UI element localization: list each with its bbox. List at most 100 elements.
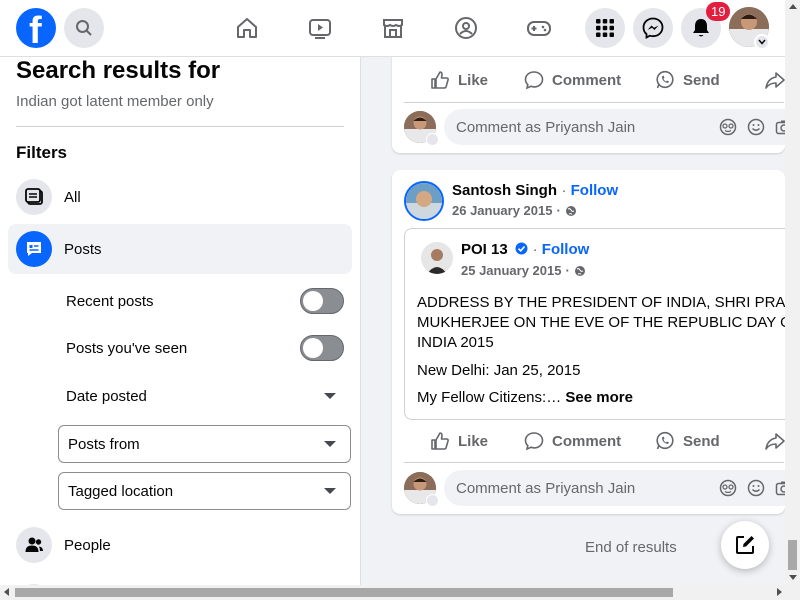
- messenger-icon: [642, 17, 664, 39]
- date-posted-label: Date posted: [66, 387, 147, 405]
- chevron-down-icon: [426, 133, 439, 146]
- comment-placeholder: Comment as Priyansh Jain: [456, 118, 636, 136]
- posts-seen-label: Posts you've seen: [66, 339, 188, 357]
- home-icon: [237, 18, 257, 38]
- caret-down-icon: [324, 441, 336, 447]
- emoji-icon[interactable]: [747, 479, 765, 497]
- vertical-scrollbar[interactable]: [785, 0, 800, 585]
- filter-all-icon-wrap: [16, 179, 52, 215]
- shared-date[interactable]: 25 January 2015: [461, 263, 561, 278]
- notification-count-badge: 19: [706, 2, 731, 21]
- video-icon: [309, 19, 331, 39]
- separator-dot: ·: [532, 241, 542, 258]
- posts-from-select[interactable]: Posts from: [58, 425, 351, 463]
- comment-label: Comment: [552, 71, 622, 89]
- video-nav-button[interactable]: [300, 8, 340, 48]
- scroll-up-arrow[interactable]: [789, 4, 797, 9]
- shared-header: POI 13 · Follow: [461, 241, 589, 259]
- post-text-line: My Fellow Citizens:… See more: [417, 388, 633, 408]
- profile-photo: [406, 183, 442, 219]
- send-button[interactable]: Send: [655, 431, 720, 451]
- post-header: Santosh Singh · Follow: [452, 182, 618, 200]
- comment-placeholder: Comment as Priyansh Jain: [456, 479, 636, 497]
- comment-composer: Comment as Priyansh Jain: [404, 470, 800, 507]
- shared-post[interactable]: POI 13 · Follow 25 January 2015 · ADDRES…: [404, 228, 794, 420]
- end-of-results-text: End of results: [585, 539, 677, 556]
- feed-icon: [25, 188, 43, 205]
- recent-posts-row: Recent posts: [66, 286, 344, 316]
- tagged-location-select[interactable]: Tagged location: [58, 472, 351, 510]
- search-query-text: Indian got latent member only: [16, 93, 214, 110]
- posts-icon: [27, 242, 41, 256]
- avatar-sticker-icon[interactable]: [719, 479, 737, 497]
- bell-icon: [693, 19, 709, 37]
- posts-seen-toggle[interactable]: [300, 335, 344, 361]
- groups-nav-button[interactable]: [446, 8, 486, 48]
- comment-icon: [524, 432, 544, 451]
- new-message-button[interactable]: [721, 521, 769, 569]
- menu-button[interactable]: [585, 8, 625, 48]
- filter-next-partial[interactable]: [8, 577, 352, 585]
- facebook-logo[interactable]: f: [16, 8, 56, 48]
- globe-icon: [565, 205, 576, 216]
- search-icon: [76, 20, 92, 36]
- caret-down-icon: [324, 393, 336, 399]
- follow-button[interactable]: Follow: [571, 182, 619, 199]
- recent-posts-toggle[interactable]: [300, 288, 344, 314]
- filter-people-label: People: [64, 536, 111, 554]
- comment-label: Comment: [552, 432, 622, 450]
- like-button[interactable]: Like: [430, 431, 488, 451]
- post-author-avatar[interactable]: [404, 181, 444, 221]
- post-date[interactable]: 26 January 2015: [452, 203, 552, 218]
- gaming-nav-button[interactable]: [519, 8, 559, 48]
- horizontal-scroll-thumb[interactable]: [15, 588, 673, 597]
- vertical-scroll-thumb[interactable]: [788, 540, 797, 570]
- filters-heading: Filters: [16, 143, 68, 162]
- post-actions: Like Comment Send: [392, 423, 792, 459]
- send-button[interactable]: Send: [655, 70, 720, 90]
- commenter-avatar[interactable]: [404, 472, 439, 507]
- search-button[interactable]: [64, 8, 104, 48]
- home-nav-button[interactable]: [227, 8, 267, 48]
- comment-button[interactable]: Comment: [524, 431, 621, 451]
- account-menu-chevron[interactable]: [754, 34, 770, 50]
- filter-all[interactable]: All: [8, 172, 352, 222]
- post-text-line: MUKHERJEE ON THE EVE OF THE REPUBLIC DAY…: [417, 314, 792, 331]
- comment-button[interactable]: Comment: [524, 70, 621, 90]
- shared-author-avatar[interactable]: [421, 242, 453, 274]
- scroll-right-arrow[interactable]: [777, 588, 782, 596]
- scroll-left-arrow[interactable]: [4, 588, 9, 596]
- emoji-icon[interactable]: [747, 118, 765, 136]
- marketplace-nav-button[interactable]: [373, 8, 413, 48]
- comment-input[interactable]: Comment as Priyansh Jain: [444, 470, 800, 506]
- like-button[interactable]: Like: [430, 70, 488, 90]
- shared-follow-button[interactable]: Follow: [542, 241, 590, 258]
- scroll-down-arrow[interactable]: [789, 575, 797, 580]
- separator-dot: ·: [556, 203, 561, 218]
- post-actions: Like Comment Send: [392, 62, 792, 98]
- commenter-avatar[interactable]: [404, 111, 439, 146]
- post-author-name[interactable]: Santosh Singh: [452, 182, 557, 199]
- tagged-location-label: Tagged location: [68, 482, 174, 500]
- date-posted-row[interactable]: Date posted: [66, 381, 344, 411]
- posts-from-label: Posts from: [68, 435, 140, 453]
- share-icon: [765, 72, 785, 89]
- divider: [16, 126, 344, 127]
- marketplace-icon: [383, 19, 403, 38]
- see-more-link[interactable]: See more: [565, 389, 633, 406]
- filter-posts-label: Posts: [64, 240, 102, 258]
- shared-author-name[interactable]: POI 13: [461, 241, 508, 258]
- like-label: Like: [458, 71, 489, 89]
- compose-icon: [736, 536, 754, 554]
- shared-meta: 25 January 2015 ·: [461, 263, 586, 278]
- like-label: Like: [458, 432, 489, 450]
- separator-dot: ·: [561, 182, 571, 199]
- filter-posts[interactable]: Posts: [8, 224, 352, 274]
- share-icon: [765, 433, 785, 450]
- divider: [404, 102, 784, 103]
- filter-people[interactable]: People: [8, 520, 352, 570]
- comment-input[interactable]: Comment as Priyansh Jain: [444, 109, 800, 145]
- avatar-sticker-icon[interactable]: [719, 118, 737, 136]
- messenger-button[interactable]: [633, 8, 673, 48]
- comment-tools: [719, 118, 793, 136]
